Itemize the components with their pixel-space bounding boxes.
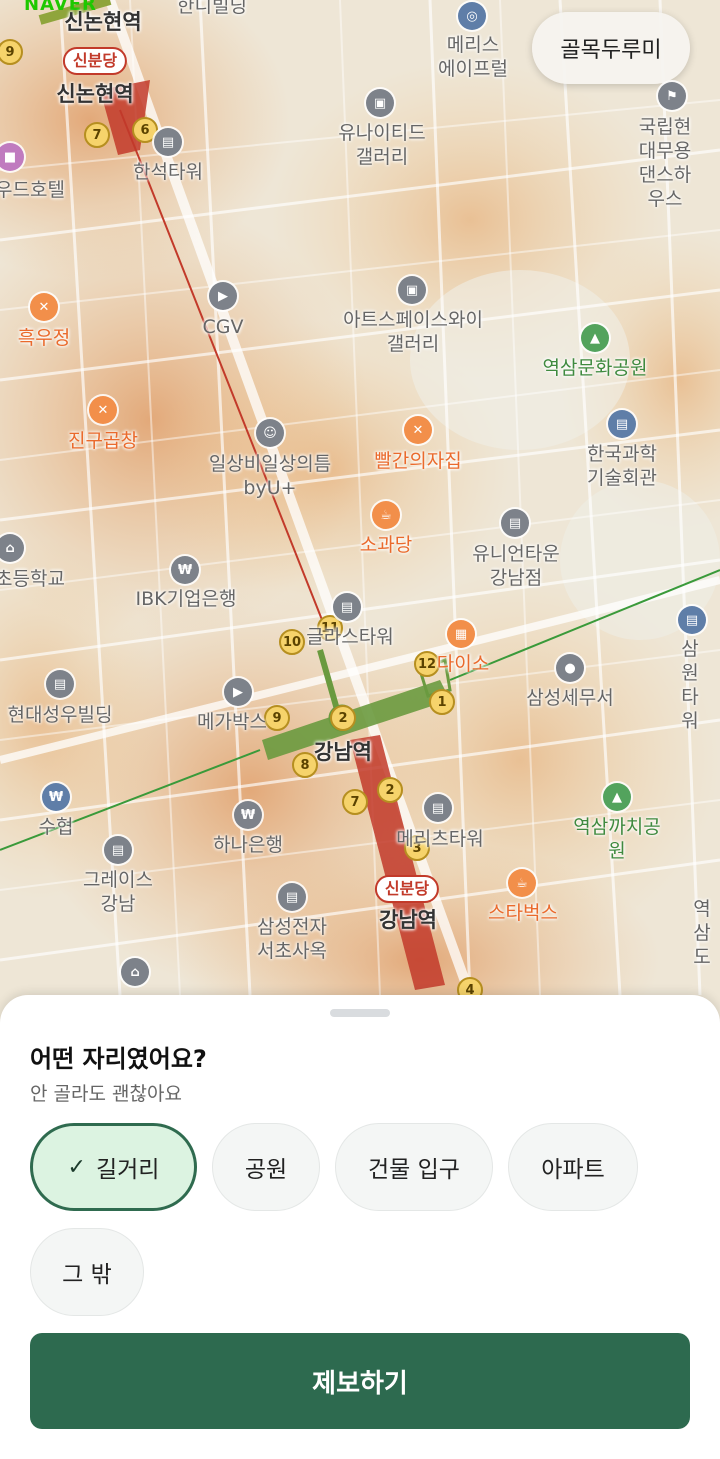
exit-badge: 2 — [377, 777, 403, 803]
poi-label-united-gallery[interactable]: 유나이티드 갤러리 — [338, 121, 425, 169]
option-chip-apartment[interactable]: 아파트 — [508, 1123, 638, 1211]
building-icon[interactable]: ▤ — [608, 410, 636, 438]
building-icon[interactable]: ▤ — [501, 509, 529, 537]
poi-label-sogwadang[interactable]: 소과당 — [360, 533, 412, 557]
option-label: 공원 — [244, 1157, 288, 1183]
bank-icon[interactable]: ₩ — [171, 556, 199, 584]
poi-label-yeoksam-right[interactable]: 역삼 도 — [693, 897, 711, 969]
flag-icon[interactable]: ⚑ — [658, 82, 686, 110]
poi-label-wood-hotel[interactable]: 우드호텔 — [0, 178, 65, 202]
station-label-sinnonhyeon-top[interactable]: 신논현역 — [64, 10, 141, 34]
submit-report-button[interactable]: 제보하기 — [30, 1333, 690, 1429]
restaurant-icon[interactable]: ✕ — [404, 416, 432, 444]
option-label: 길거리 — [95, 1157, 160, 1183]
gallery-icon[interactable]: ▣ — [398, 276, 426, 304]
building-icon[interactable]: ▤ — [424, 794, 452, 822]
exit-badge: 7 — [342, 789, 368, 815]
poi-label-grace[interactable]: 그레이스 강남 — [83, 868, 153, 916]
poi-label-science-hall[interactable]: 한국과학 기술회관 — [587, 442, 657, 490]
bottom-sheet: 어떤 자리였어요? 안 골라도 괜찮아요 ✓ 길거리 공원 건물 입구 아파트 … — [0, 995, 720, 1459]
check-icon: ✓ — [67, 1154, 86, 1180]
poi-label-ilsang[interactable]: 일상비일상의틈 byU+ — [209, 452, 331, 500]
exit-badge: 10 — [279, 629, 305, 655]
exit-badge: 2 — [330, 705, 356, 731]
option-label: 건물 입구 — [368, 1157, 460, 1183]
exit-badge: 9 — [264, 705, 290, 731]
building-icon[interactable]: ▤ — [333, 593, 361, 621]
poi-label-suhyup[interactable]: 수협 — [39, 815, 74, 839]
sheet-drag-handle[interactable] — [330, 1009, 390, 1017]
office-icon[interactable]: ● — [556, 654, 584, 682]
poi-label-handi[interactable]: 한디빌딩 — [177, 0, 247, 18]
poi-label-jingu[interactable]: 진구곱창 — [68, 429, 138, 453]
poi-label-hanseok-tower[interactable]: 한석타워 — [133, 160, 203, 184]
poi-label-meritz[interactable]: 메리츠타워 — [396, 827, 483, 851]
cafe-icon[interactable]: ☕ — [372, 501, 400, 529]
poi-label-samsung-seocho[interactable]: 삼성전자 서초사옥 — [257, 915, 327, 963]
exit-badge: 1 — [429, 689, 455, 715]
cinema-icon[interactable]: ▶ — [224, 678, 252, 706]
line-tag-sinbundang-bottom: 신분당 — [374, 875, 440, 903]
station-label-gangnam-line2[interactable]: 강남역 — [314, 740, 372, 764]
station-label-gangnam-sinbundang[interactable]: 강남역 — [379, 908, 437, 932]
option-chip-park[interactable]: 공원 — [212, 1123, 320, 1211]
poi-label-artspace[interactable]: 아트스페이스와이 갤러리 — [343, 308, 483, 356]
station-label-sinnonhyeon[interactable]: 신논현역 — [56, 82, 133, 106]
poi-label-school[interactable]: 초등학교 — [0, 567, 65, 591]
poi-label-ppalgan[interactable]: 빨간의자집 — [374, 449, 461, 473]
poi-label-megabox[interactable]: 메가박스 — [197, 710, 267, 734]
option-chip-building-entrance[interactable]: 건물 입구 — [335, 1123, 493, 1211]
shop-icon[interactable]: ▦ — [447, 620, 475, 648]
poi-label-samsung-tax[interactable]: 삼성세무서 — [526, 686, 613, 710]
restaurant-icon[interactable]: ✕ — [30, 293, 58, 321]
building-icon[interactable]: ▤ — [104, 836, 132, 864]
ring-icon[interactable]: ◎ — [458, 2, 486, 30]
option-label: 아파트 — [541, 1157, 605, 1183]
option-chip-street[interactable]: ✓ 길거리 — [30, 1123, 197, 1211]
exit-badge: 7 — [84, 122, 110, 148]
poi-label-yeoksam-kkachi[interactable]: 역삼까치공원 — [566, 815, 669, 863]
poi-label-glass-tower[interactable]: 글라스타워 — [306, 625, 393, 649]
sheet-subtitle: 안 골라도 괜찮아요 — [30, 1083, 182, 1105]
bank-icon[interactable]: ₩ — [42, 783, 70, 811]
poi-label-cgv[interactable]: CGV — [203, 315, 244, 339]
park-icon[interactable]: ▲ — [603, 783, 631, 811]
bank-icon[interactable]: ₩ — [234, 801, 262, 829]
building-icon[interactable]: ▤ — [678, 606, 706, 634]
building-icon[interactable]: ▤ — [278, 883, 306, 911]
poi-label-heukujeong[interactable]: 흑우정 — [18, 326, 70, 350]
poi-label-yeoksam-park[interactable]: 역삼문화공원 — [543, 356, 648, 380]
cafe-icon[interactable]: ☕ — [508, 869, 536, 897]
poi-label-ibk[interactable]: IBK기업은행 — [135, 587, 236, 611]
option-label: 그 밖 — [62, 1262, 112, 1288]
sheet-title: 어떤 자리였어요? — [30, 1045, 207, 1073]
restaurant-icon[interactable]: ✕ — [89, 396, 117, 424]
building-icon[interactable]: ▤ — [46, 670, 74, 698]
building-icon[interactable]: ⌂ — [121, 958, 149, 986]
cinema-icon[interactable]: ▶ — [209, 282, 237, 310]
poi-label-samwon[interactable]: 삼원타워 — [675, 637, 705, 733]
building-icon[interactable]: ▤ — [154, 128, 182, 156]
gallery-icon[interactable]: ▣ — [366, 89, 394, 117]
poi-label-daiso[interactable]: 다이소 — [437, 652, 489, 676]
poi-label-national-dance[interactable]: 국립현대무용 댄스하우스 — [638, 115, 693, 211]
alley-button[interactable]: 골목두루미 — [532, 12, 690, 84]
line-tag-sinbundang-top: 신분당 — [62, 47, 128, 75]
exit-badge: 8 — [292, 752, 318, 778]
park-icon[interactable]: ▲ — [581, 324, 609, 352]
poi-label-unicorn-town[interactable]: 유니언타운 강남점 — [472, 542, 559, 590]
poi-label-hyundai-building[interactable]: 현대성우빌딩 — [8, 703, 113, 727]
theater-mask-icon[interactable]: ☺ — [256, 419, 284, 447]
option-chip-other[interactable]: 그 밖 — [30, 1228, 144, 1316]
poi-label-merys[interactable]: 메리스 에이프럴 — [438, 33, 508, 81]
poi-label-starbucks[interactable]: 스타벅스 — [488, 901, 558, 925]
poi-label-hana[interactable]: 하나은행 — [213, 833, 283, 857]
